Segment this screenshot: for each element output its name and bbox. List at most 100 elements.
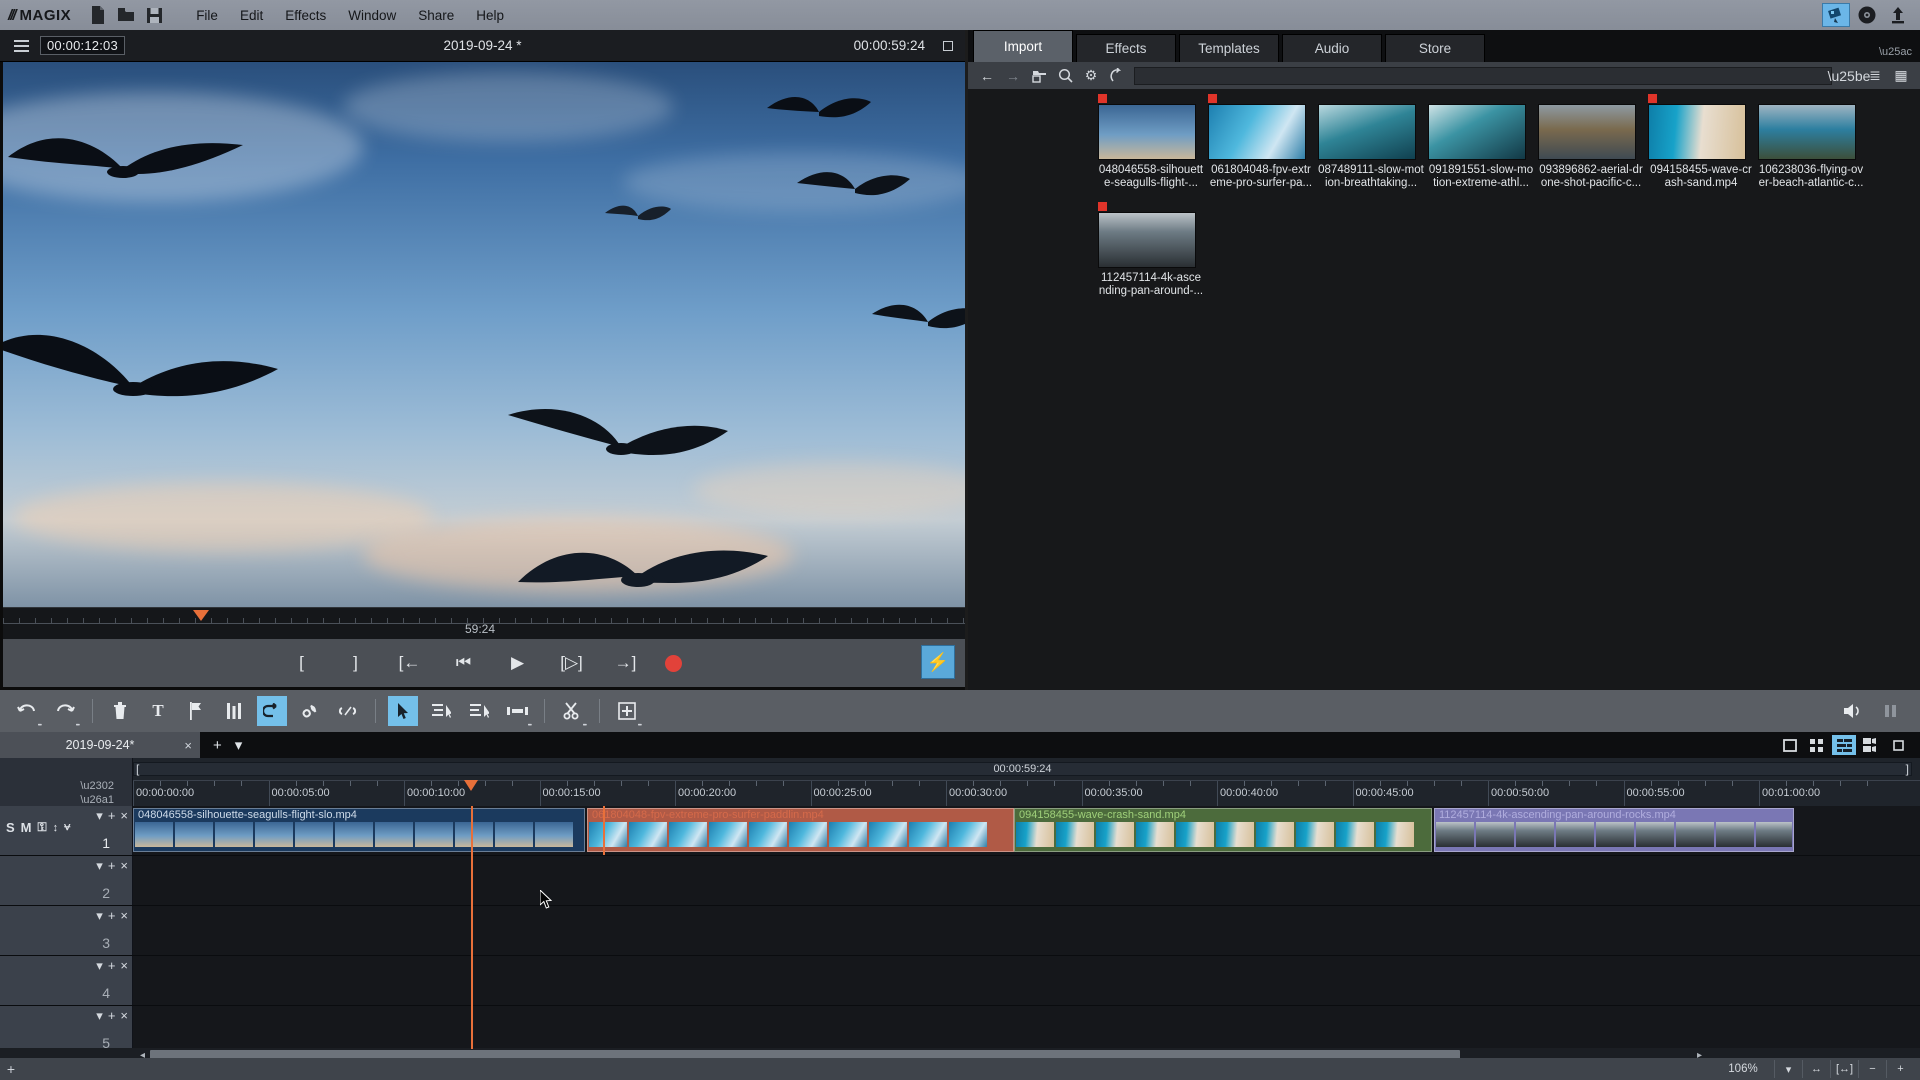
- close-icon[interactable]: ×: [120, 958, 128, 974]
- track-lane[interactable]: [133, 906, 1920, 955]
- list-view-icon[interactable]: ≣: [1862, 65, 1888, 87]
- track-volume-icon[interactable]: ↕: [53, 822, 59, 834]
- loop-mode-button[interactable]: [257, 696, 287, 726]
- cut-scissors-button[interactable]: [557, 696, 587, 726]
- undo-button[interactable]: [12, 696, 42, 726]
- set-marker-button[interactable]: [181, 696, 211, 726]
- track-lane[interactable]: [133, 856, 1920, 905]
- zoom-in-button[interactable]: +: [1886, 1060, 1914, 1078]
- refresh-icon[interactable]: [1104, 65, 1130, 87]
- add-track-button[interactable]: +: [0, 1061, 22, 1077]
- chevron-down-icon[interactable]: ▾: [1774, 1060, 1802, 1078]
- redo-button[interactable]: [50, 696, 80, 726]
- add-track-button[interactable]: +: [108, 1008, 116, 1024]
- media-thumbnail[interactable]: [1758, 104, 1856, 160]
- media-thumbnail[interactable]: [1208, 104, 1306, 160]
- track-lane[interactable]: [133, 956, 1920, 1005]
- close-icon[interactable]: ×: [120, 908, 128, 924]
- track-header[interactable]: ▾+×2: [0, 856, 133, 905]
- chevron-down-icon[interactable]: \u25be: [1836, 65, 1862, 87]
- settings-gear-icon[interactable]: ⚙: [1078, 65, 1104, 87]
- fullscreen-button[interactable]: [1886, 735, 1910, 755]
- link-objects-button[interactable]: [295, 696, 325, 726]
- track-mute-button[interactable]: M: [21, 820, 32, 835]
- timeline-clip[interactable]: 112457114-4k-ascending-pan-around-rocks.…: [1434, 808, 1794, 852]
- jump-to-end-button[interactable]: →]: [611, 649, 641, 677]
- speaker-volume-icon[interactable]: [1838, 696, 1868, 726]
- audio-meter-icon[interactable]: [1876, 696, 1906, 726]
- media-thumbnail[interactable]: [1098, 212, 1196, 268]
- tab-effects[interactable]: Effects: [1076, 34, 1176, 62]
- timeline-playhead[interactable]: [603, 806, 605, 855]
- track-options-chevron-icon[interactable]: ▾: [96, 1008, 103, 1024]
- timeline-clip[interactable]: 094158455-wave-crash-sand.mp4: [1014, 808, 1432, 852]
- menu-share[interactable]: Share: [407, 5, 465, 26]
- media-item[interactable]: 094158455-wave-crash-sand.mp4: [1648, 104, 1758, 190]
- chevron-down-icon[interactable]: ▾: [235, 736, 243, 754]
- new-project-icon[interactable]: [85, 2, 111, 28]
- scene-overview-button[interactable]: [1805, 735, 1829, 755]
- pool-header-controls[interactable]: \u25ac: [1879, 46, 1920, 62]
- track-lane[interactable]: 048046558-silhouette-seagulls-flight-slo…: [133, 806, 1920, 855]
- track-options-chevron-icon[interactable]: ▾: [96, 958, 103, 974]
- media-thumbnail[interactable]: [1538, 104, 1636, 160]
- track-lock-all-icon[interactable]: \u2302: [80, 780, 114, 792]
- back-icon[interactable]: ←: [974, 65, 1000, 87]
- close-icon[interactable]: ×: [120, 808, 128, 824]
- zoom-out-button[interactable]: −: [1858, 1060, 1886, 1078]
- media-item[interactable]: 106238036-flying-over-beach-atlantic-c..…: [1758, 104, 1868, 190]
- storyboard-view-button[interactable]: [1778, 735, 1802, 755]
- add-object-button[interactable]: [612, 696, 642, 726]
- add-track-button[interactable]: +: [108, 858, 116, 874]
- grid-view-icon[interactable]: ▦: [1888, 65, 1914, 87]
- menu-file[interactable]: File: [185, 5, 229, 26]
- media-item[interactable]: 087489111-slow-motion-breathtaking...: [1318, 104, 1428, 190]
- fit-width-button[interactable]: ↔: [1802, 1060, 1830, 1078]
- maximize-icon[interactable]: [943, 41, 953, 51]
- single-object-mode-button[interactable]: [426, 696, 456, 726]
- tab-audio[interactable]: Audio: [1282, 34, 1382, 62]
- add-track-button[interactable]: +: [108, 808, 116, 824]
- video-preview-image[interactable]: [3, 62, 965, 607]
- media-thumbnail[interactable]: [1428, 104, 1526, 160]
- stretch-mode-button[interactable]: [502, 696, 532, 726]
- add-track-button[interactable]: +: [108, 958, 116, 974]
- project-tab[interactable]: 2019-09-24* ×: [0, 732, 200, 758]
- jump-to-start-button[interactable]: [←: [395, 649, 425, 677]
- set-in-point-button[interactable]: [: [287, 649, 317, 677]
- track-fade-icon[interactable]: ⩝: [64, 821, 70, 834]
- add-track-button[interactable]: +: [108, 908, 116, 924]
- next-frame-button[interactable]: [▷]: [557, 649, 587, 677]
- media-item[interactable]: 048046558-silhouette-seagulls-flight-...: [1098, 104, 1208, 190]
- menu-help[interactable]: Help: [465, 5, 515, 26]
- export-upload-icon[interactable]: [1884, 3, 1912, 27]
- media-thumbnail[interactable]: [1098, 104, 1196, 160]
- add-project-tab-button[interactable]: +: [213, 737, 222, 754]
- preview-scrub-bar[interactable]: 59:24: [3, 607, 965, 639]
- track-options-chevron-icon[interactable]: ▾: [96, 908, 103, 924]
- menu-window[interactable]: Window: [337, 5, 407, 26]
- timeline-clip[interactable]: 048046558-silhouette-seagulls-flight-slo…: [133, 808, 585, 852]
- timeline-playhead-line[interactable]: [471, 806, 473, 1049]
- media-item[interactable]: 112457114-4k-ascending-pan-around-...: [1098, 212, 1208, 298]
- ruler-playhead-marker[interactable]: [464, 780, 478, 791]
- media-path-input[interactable]: [1134, 67, 1832, 85]
- track-header[interactable]: SM⚿↕⩝▾+×1: [0, 806, 133, 855]
- menu-edit[interactable]: Edit: [229, 5, 274, 26]
- track-header[interactable]: ▾+×4: [0, 956, 133, 1005]
- set-out-point-button[interactable]: ]: [341, 649, 371, 677]
- media-thumbnail[interactable]: [1318, 104, 1416, 160]
- tab-import[interactable]: Import: [973, 30, 1073, 62]
- delete-object-button[interactable]: [105, 696, 135, 726]
- track-solo-button[interactable]: S: [6, 820, 15, 835]
- fit-selection-button[interactable]: [↔]: [1830, 1060, 1858, 1078]
- preview-fx-button[interactable]: ⚡: [921, 645, 955, 679]
- record-button[interactable]: [665, 655, 682, 672]
- title-text-button[interactable]: T: [143, 696, 173, 726]
- previous-frame-button[interactable]: ⏮: [449, 649, 479, 677]
- track-fx-all-icon[interactable]: \u26a1: [80, 794, 114, 806]
- media-item[interactable]: 091891551-slow-motion-extreme-athl...: [1428, 104, 1538, 190]
- import-media-icon[interactable]: [1822, 3, 1850, 27]
- timeline-ruler[interactable]: \u2302 \u26a1 [ 00:00:59:24 ] 00:00:00:0…: [0, 758, 1920, 806]
- parent-folder-icon[interactable]: [1026, 65, 1052, 87]
